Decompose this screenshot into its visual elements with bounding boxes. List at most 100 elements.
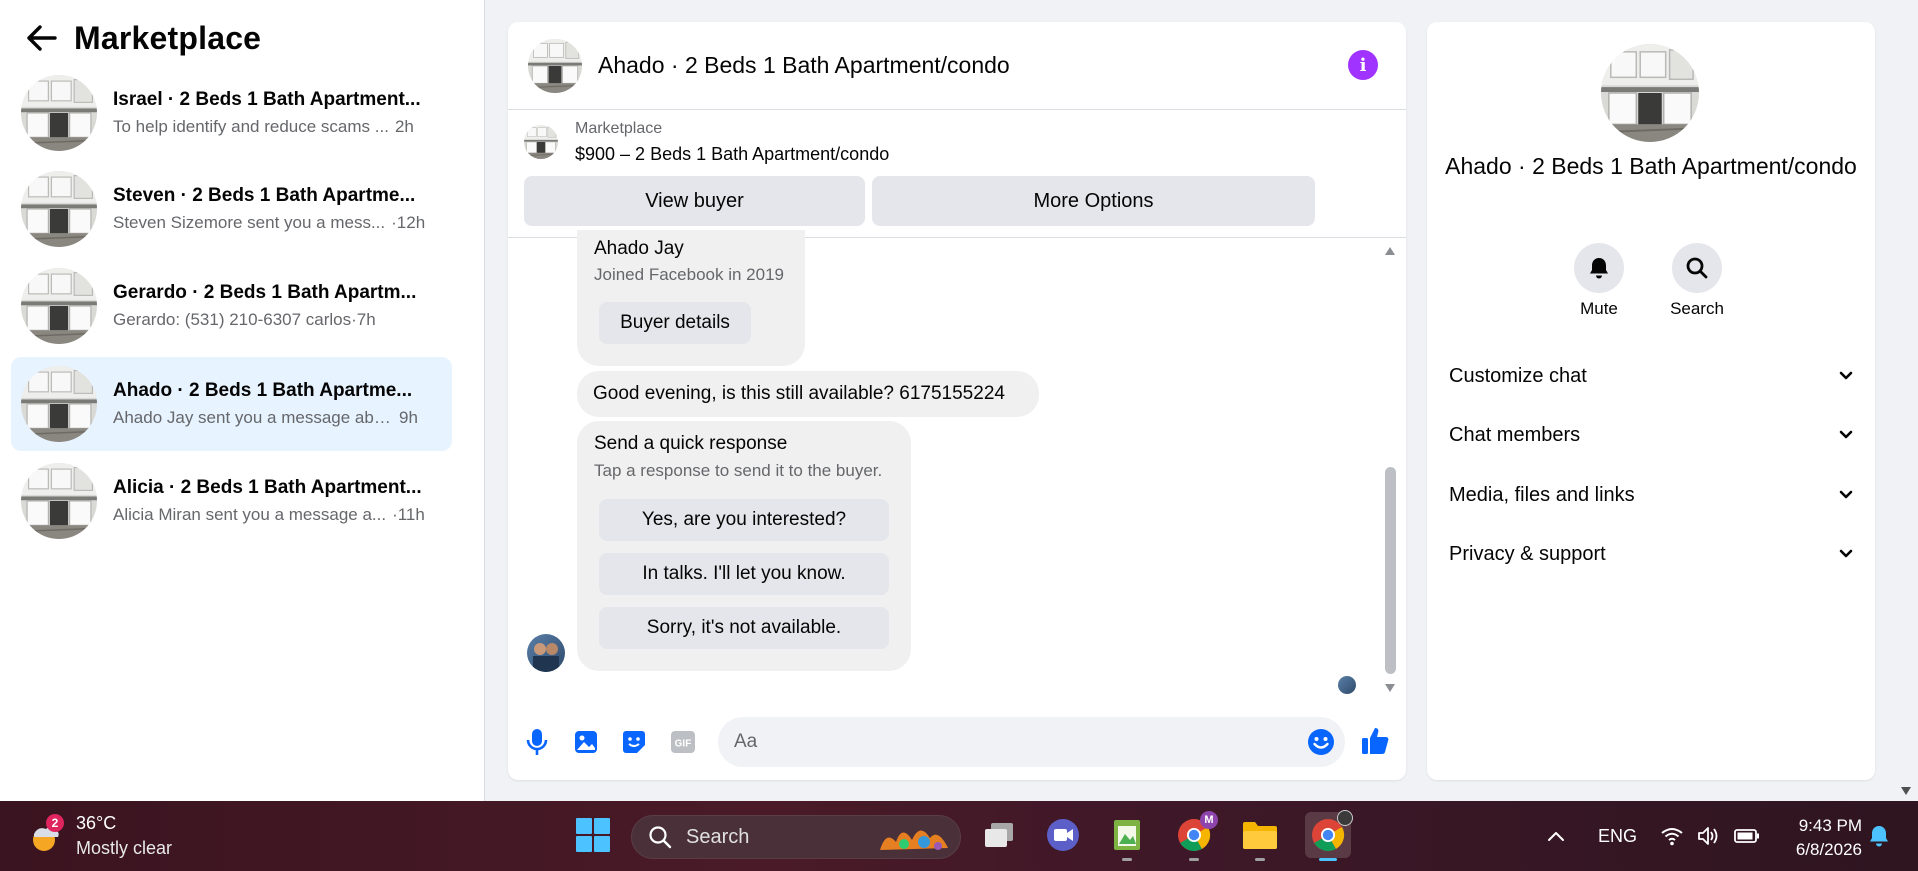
conversation-preview: Steven Sizemore sent you a mess... <box>113 213 386 232</box>
scroll-up-icon[interactable] <box>1384 246 1396 256</box>
taskbar-search[interactable]: Search <box>631 815 961 859</box>
conversation-time: ·7h <box>351 310 376 329</box>
conversation-preview: Ahado Jay sent you a message abo... <box>113 408 393 427</box>
start-button[interactable] <box>573 815 613 855</box>
scroll-down-icon[interactable] <box>1384 683 1396 693</box>
info-avatar[interactable] <box>1601 44 1699 142</box>
section-chat-members[interactable]: Chat members <box>1449 415 1853 455</box>
thumbs-up-icon[interactable] <box>1360 726 1390 756</box>
volume-icon[interactable] <box>1697 801 1721 871</box>
conversation-time: ·12h <box>391 213 426 232</box>
mute-button[interactable] <box>1574 243 1624 293</box>
section-media-files-links[interactable]: Media, files and links <box>1449 475 1853 515</box>
taskbar-meet-app[interactable] <box>1043 815 1083 855</box>
notification-bell-icon[interactable] <box>1868 801 1890 871</box>
listing-source: Marketplace <box>575 119 663 137</box>
chat-avatar[interactable] <box>528 39 582 93</box>
weather-temperature: 36°C <box>76 813 117 833</box>
app-running-indicator <box>1189 858 1199 861</box>
conversation-name: Gerardo · 2 Beds 1 Bath Apartm... <box>113 282 417 303</box>
listing-title: $900 – 2 Beds 1 Bath Apartment/condo <box>575 143 890 164</box>
sender-avatar[interactable] <box>527 634 565 672</box>
quick-response-yes-button[interactable]: Yes, are you interested? <box>599 499 889 541</box>
clock-time: 9:43 PM <box>1798 816 1862 835</box>
show-hidden-icons[interactable] <box>1547 801 1565 871</box>
taskbar-chrome-active[interactable] <box>1305 810 1353 861</box>
listing-thumbnail <box>21 75 97 151</box>
weather-badge: 2 <box>46 814 64 832</box>
taskbar-file-explorer[interactable] <box>1240 815 1280 861</box>
listing-thumbnail <box>21 268 97 344</box>
chevron-down-icon <box>1839 490 1853 499</box>
read-receipt-avatar <box>1338 676 1356 694</box>
mute-label: Mute <box>1580 299 1618 318</box>
search-label: Search <box>1670 299 1724 318</box>
quick-response-in-talks-button[interactable]: In talks. I'll let you know. <box>599 553 889 595</box>
chat-title[interactable]: Ahado · 2 Beds 1 Bath Apartment/condo <box>598 52 1010 79</box>
conversation-preview: To help identify and reduce scams ... <box>113 117 389 136</box>
quick-response-not-available-button[interactable]: Sorry, it's not available. <box>599 607 889 649</box>
conversation-item-alicia[interactable]: Alicia · 2 Beds 1 Bath Apartment... Alic… <box>11 454 452 548</box>
system-clock[interactable]: 9:43 PM 6/8/2026 <box>1756 814 1862 862</box>
bell-icon <box>1590 258 1608 279</box>
photo-icon[interactable] <box>571 727 601 757</box>
chevron-down-icon <box>1839 549 1853 558</box>
conversation-item-israel[interactable]: Israel · 2 Beds 1 Bath Apartment... To h… <box>11 66 452 160</box>
app-running-indicator <box>1255 858 1265 861</box>
quick-response-title: Send a quick response <box>594 433 788 454</box>
app-running-indicator <box>1122 858 1132 861</box>
view-buyer-button[interactable]: View buyer <box>524 176 865 226</box>
search-icon <box>649 826 672 849</box>
task-view-button[interactable] <box>979 815 1019 855</box>
back-arrow-icon[interactable] <box>24 20 60 56</box>
conversation-item-steven[interactable]: Steven · 2 Beds 1 Bath Apartme... Steven… <box>11 162 452 256</box>
listing-banner[interactable]: Marketplace $900 – 2 Beds 1 Bath Apartme… <box>508 110 1406 174</box>
language-indicator[interactable]: ENG <box>1598 801 1637 871</box>
listing-thumbnail <box>524 125 558 159</box>
conversation-name: Steven · 2 Beds 1 Bath Apartme... <box>113 185 416 206</box>
taskbar-photos-app[interactable] <box>1107 815 1147 861</box>
weather-condition: Mostly clear <box>76 838 173 858</box>
conversation-item-gerardo[interactable]: Gerardo · 2 Beds 1 Bath Apartm... Gerard… <box>11 259 452 353</box>
buyer-card: Ahado Jay Joined Facebook in 2019 Buyer … <box>577 230 805 366</box>
sticker-icon[interactable] <box>619 727 649 757</box>
section-label: Customize chat <box>1449 364 1587 387</box>
emoji-icon[interactable] <box>1306 727 1336 757</box>
conversation-preview: Gerardo: (531) 210-6307 carlos <box>113 310 352 329</box>
listing-thumbnail <box>21 171 97 247</box>
microphone-icon[interactable] <box>522 727 552 757</box>
taskbar-chrome-profile-m[interactable]: M <box>1174 811 1218 861</box>
chrome-profile-icon <box>1337 810 1353 826</box>
message-scrollbar[interactable] <box>1380 240 1398 700</box>
windows-logo-icon <box>576 818 610 852</box>
conversation-time: 2h <box>394 117 414 136</box>
weather-widget[interactable]: 2 36°C Mostly clear <box>24 813 172 859</box>
windows-taskbar: 2 36°C Mostly clear Search M ENG 9:43 PM… <box>0 801 1918 871</box>
more-options-button[interactable]: More Options <box>872 176 1315 226</box>
search-button[interactable] <box>1672 243 1722 293</box>
conversation-time: 9h <box>399 408 418 427</box>
conversation-name: Alicia · 2 Beds 1 Bath Apartment... <box>113 477 422 498</box>
conversation-name: Ahado · 2 Beds 1 Bath Apartme... <box>113 380 413 401</box>
conversation-item-ahado[interactable]: Ahado · 2 Beds 1 Bath Apartme... Ahado J… <box>11 357 452 451</box>
section-label: Chat members <box>1449 423 1581 446</box>
chevron-down-icon <box>1839 430 1853 439</box>
message-input[interactable] <box>718 717 1345 767</box>
sidebar-header: Marketplace <box>24 18 261 58</box>
quick-response-card: Send a quick response Tap a response to … <box>577 421 911 671</box>
conversation-time: ·11h <box>392 505 425 524</box>
taskbar-search-label: Search <box>686 825 750 848</box>
gif-icon[interactable]: GIF <box>668 727 698 757</box>
task-view-icon <box>985 823 1013 847</box>
chat-header: Ahado · 2 Beds 1 Bath Apartment/condo i <box>508 22 1406 110</box>
wifi-icon[interactable] <box>1660 801 1684 871</box>
conversation-sidebar: Marketplace Israel · 2 Beds 1 Bath Apart… <box>0 0 485 801</box>
listing-thumbnail <box>21 463 97 539</box>
page-scroll-down-icon[interactable] <box>1900 786 1912 796</box>
scrollbar-thumb[interactable] <box>1385 467 1396 674</box>
info-icon[interactable]: i <box>1348 50 1378 80</box>
buyer-details-button[interactable]: Buyer details <box>599 302 751 344</box>
section-privacy-support[interactable]: Privacy & support <box>1449 534 1853 574</box>
section-customize-chat[interactable]: Customize chat <box>1449 356 1853 396</box>
section-label: Privacy & support <box>1449 542 1606 565</box>
